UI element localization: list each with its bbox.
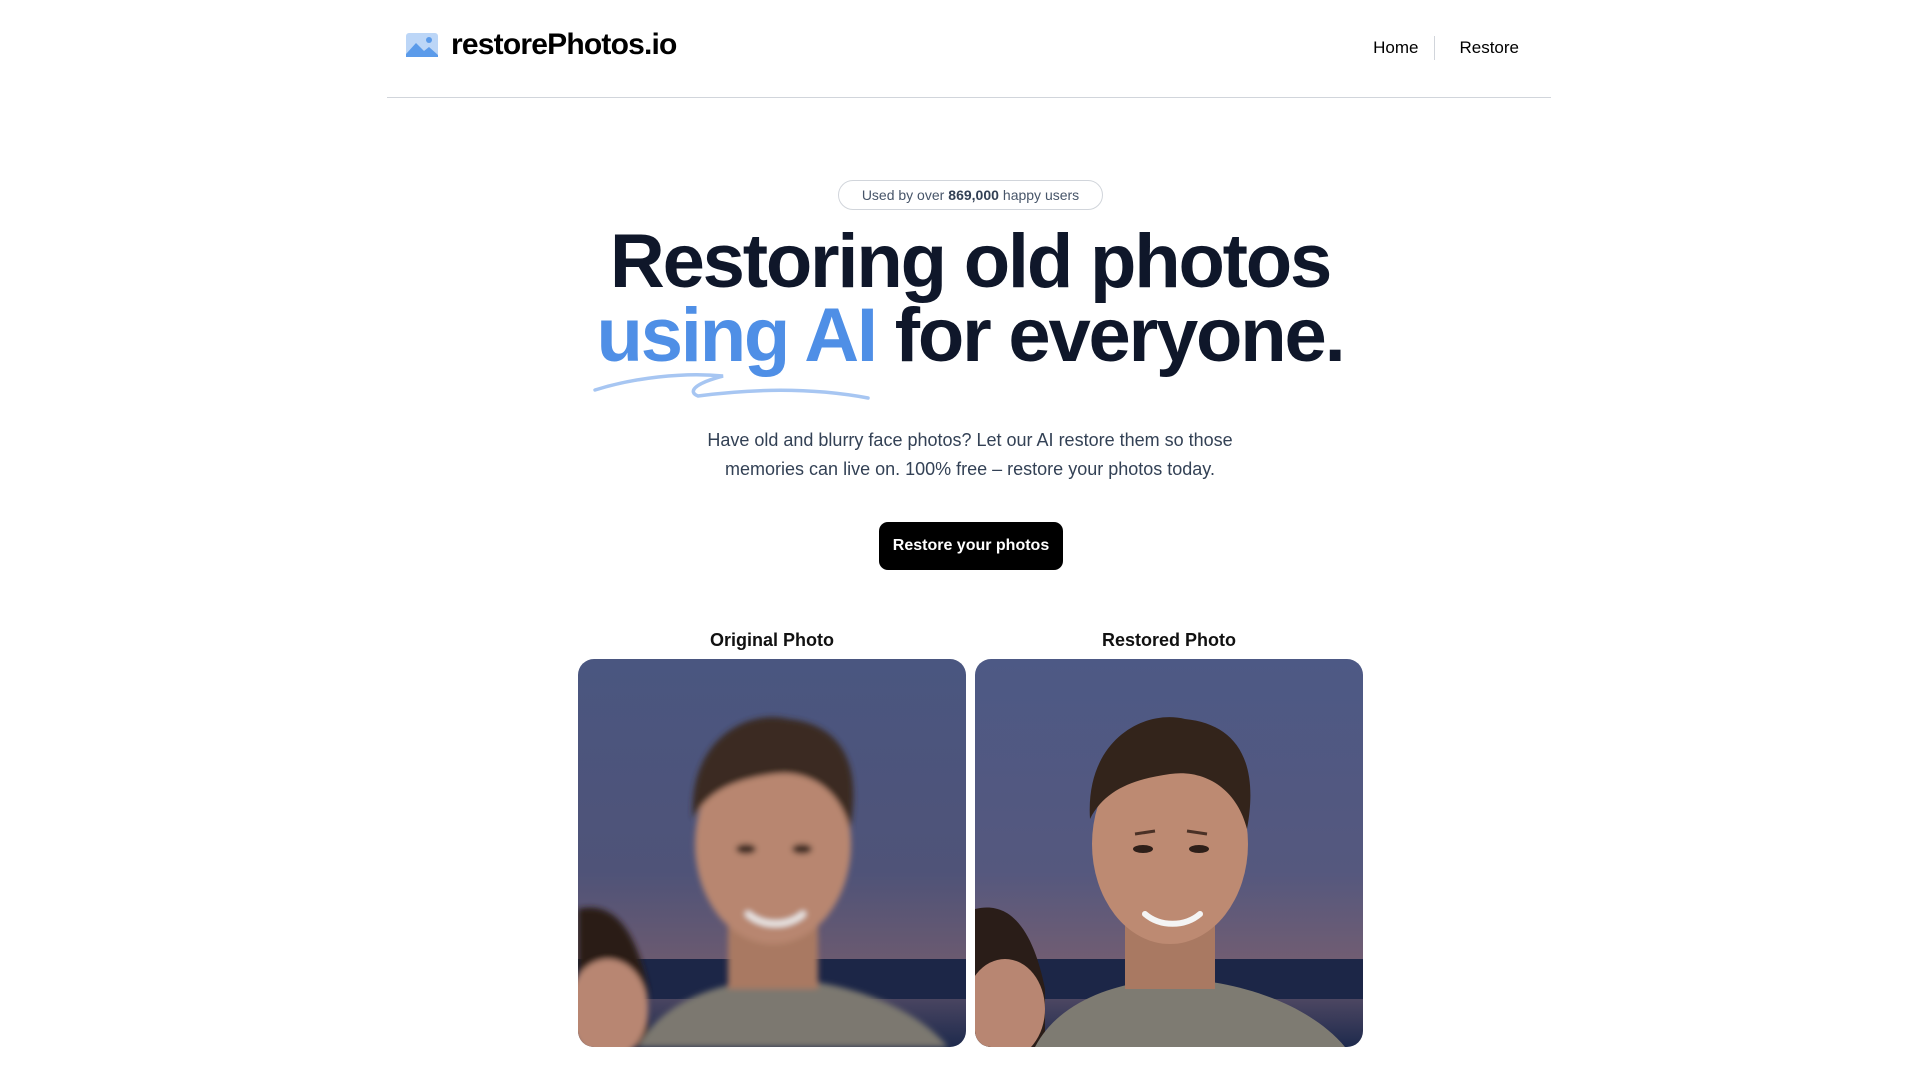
hero-title: Restoring old photos using AI for everyo… — [560, 224, 1380, 400]
original-photo — [578, 659, 966, 1047]
title-highlight-text: using AI — [596, 293, 879, 378]
nav-restore[interactable]: Restore — [1459, 38, 1519, 58]
title-line2-rest: for everyone. — [894, 293, 1346, 378]
usage-badge: Used by over 869,000 happy users — [838, 180, 1103, 210]
restored-photo-label: Restored Photo — [1101, 630, 1236, 650]
photo-icon — [405, 32, 439, 58]
badge-count: 869,000 — [948, 187, 999, 203]
badge-suffix: happy users — [1002, 187, 1080, 203]
original-photo-label: Original Photo — [710, 630, 834, 650]
title-highlight: using AI — [592, 293, 879, 400]
badge-prefix: Used by over — [861, 187, 945, 203]
site-header: restorePhotos.io Home Restore — [387, 0, 1551, 98]
restored-photo — [975, 659, 1363, 1047]
title-line1: Restoring old photos — [609, 219, 1332, 304]
logo-text: restorePhotos.io — [451, 28, 677, 61]
hero-subtext: Have old and blurry face photos? Let our… — [707, 430, 1233, 479]
nav-home[interactable]: Home — [1373, 38, 1418, 58]
restore-photos-button[interactable]: Restore your photos — [879, 522, 1063, 570]
underline-squiggle — [592, 373, 870, 400]
main-nav: Home Restore — [1373, 36, 1519, 60]
logo-link[interactable]: restorePhotos.io — [405, 28, 677, 62]
nav-divider — [1434, 36, 1436, 60]
